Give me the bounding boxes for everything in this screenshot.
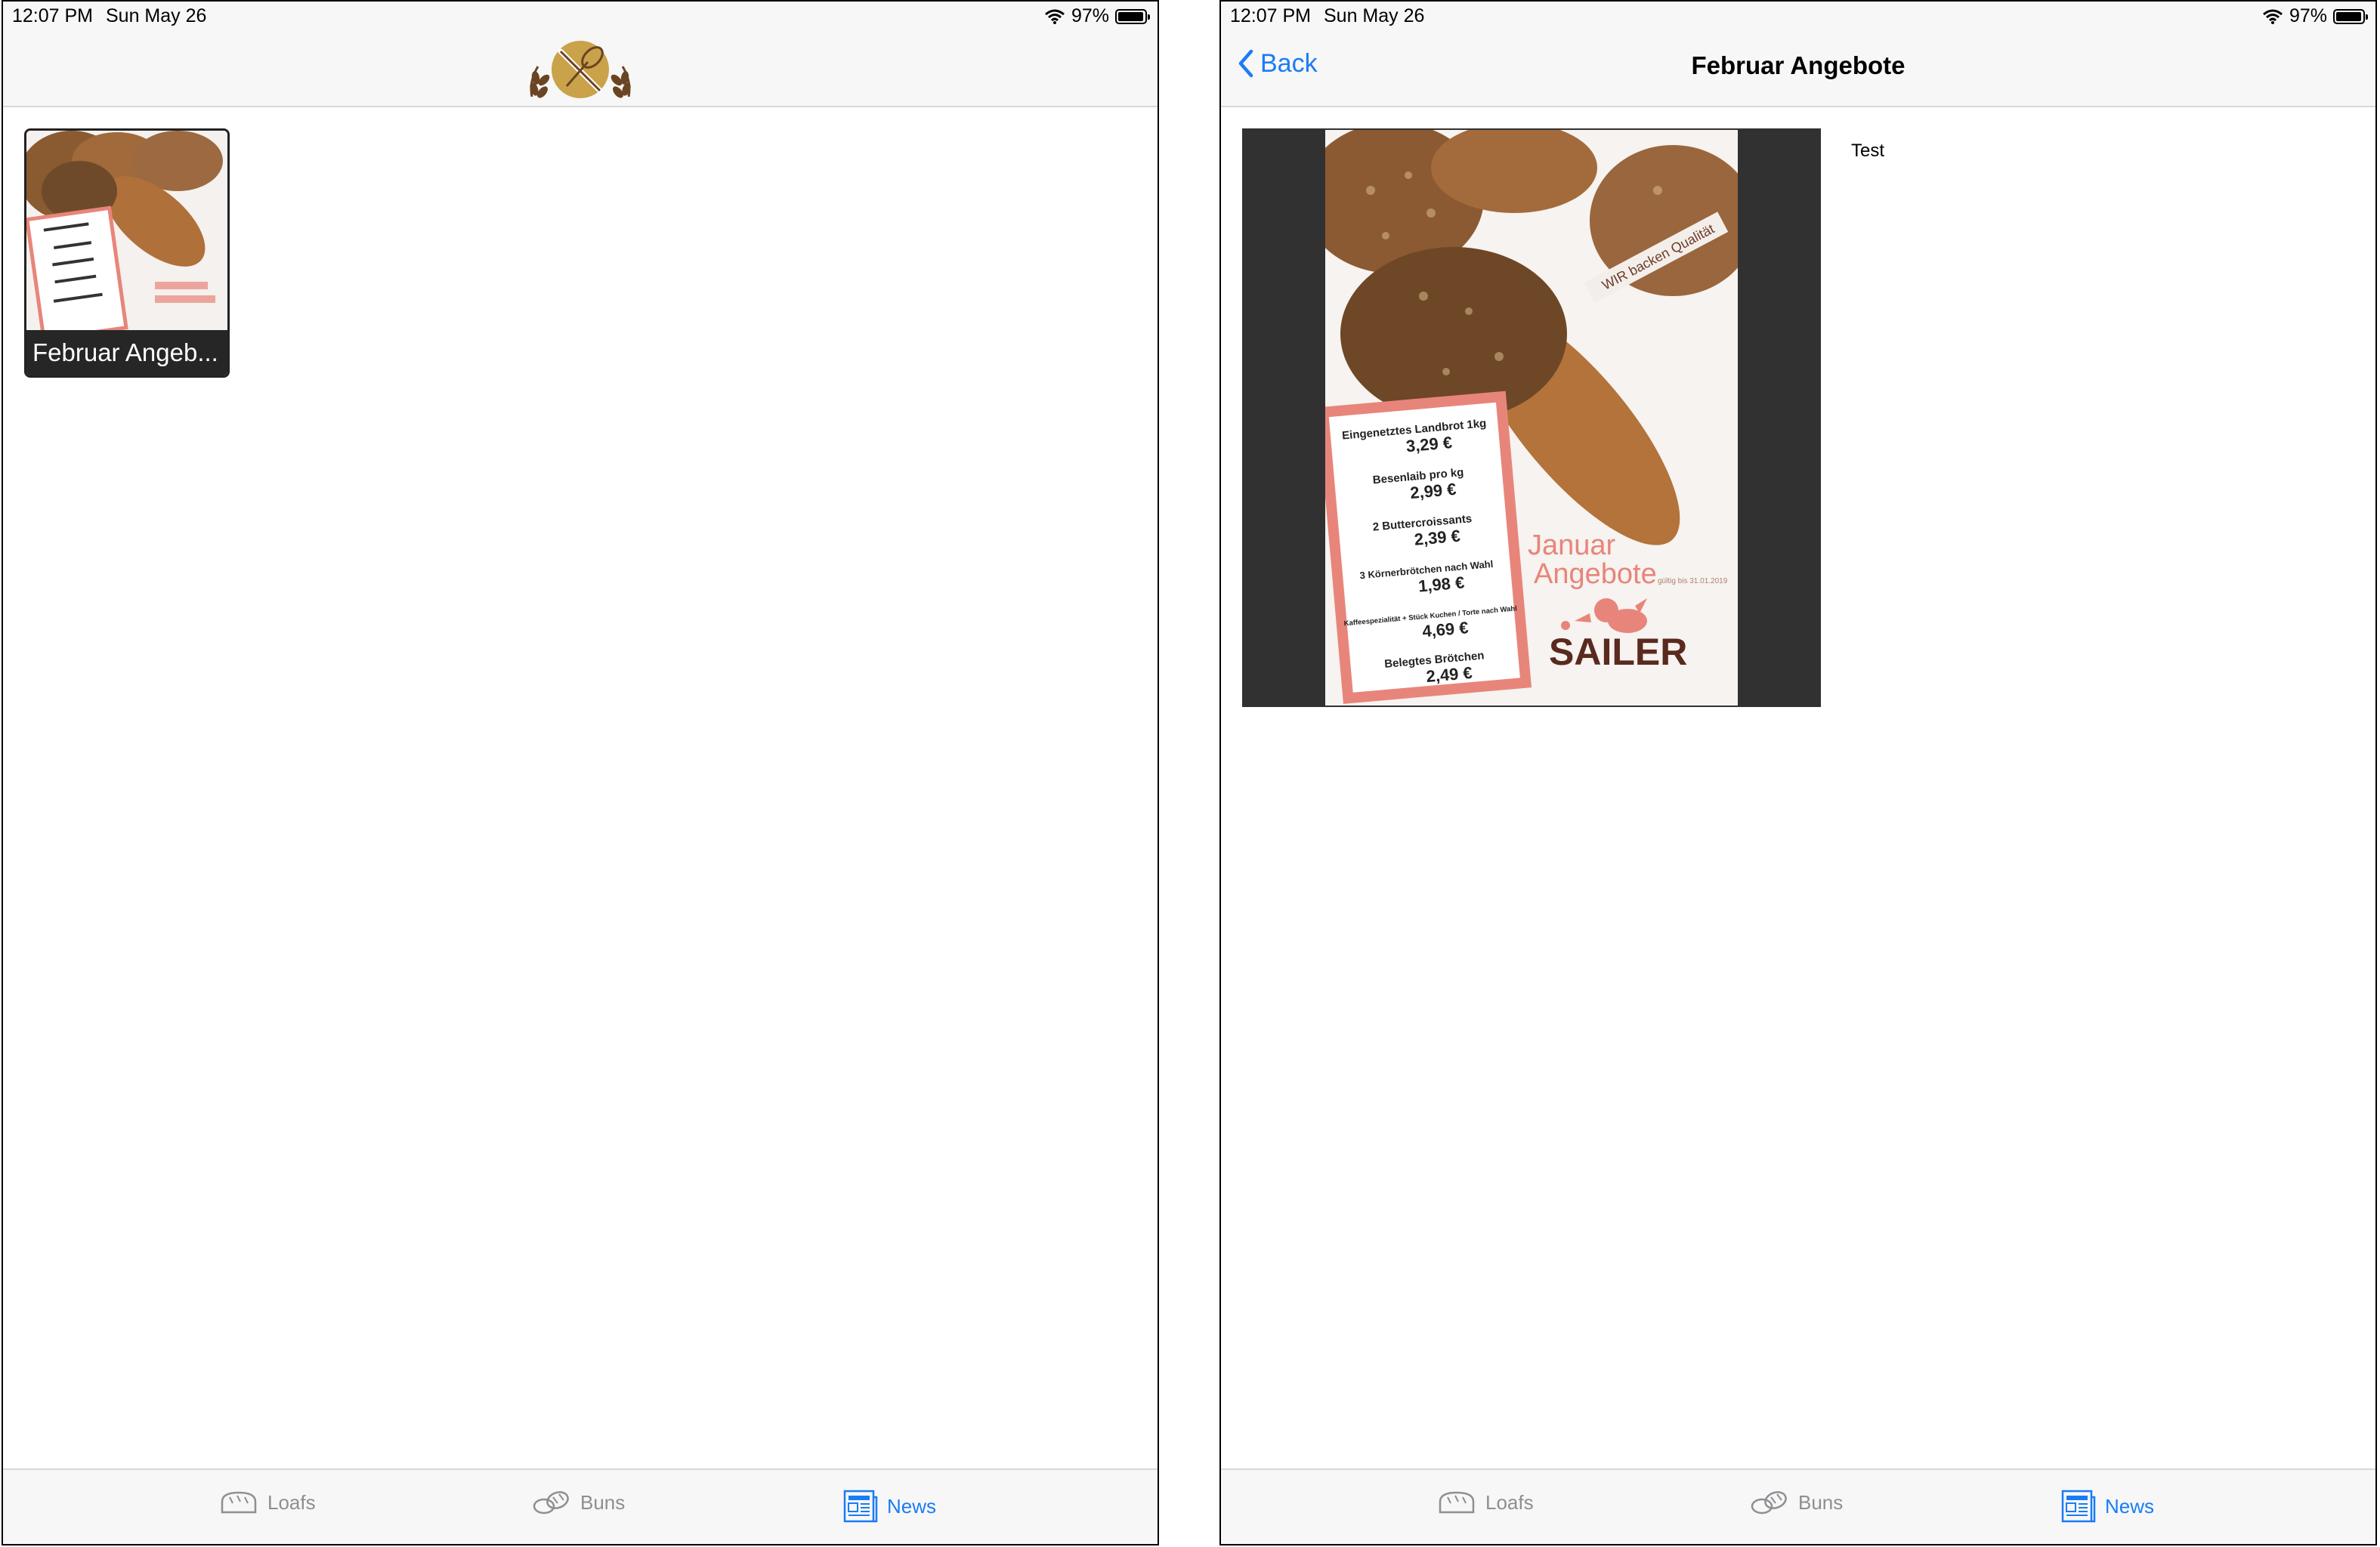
tab-loafs[interactable]: Loafs — [219, 1490, 316, 1515]
status-bar: 12:07 PM Sun May 26 97% — [3, 2, 1158, 30]
newspaper-icon — [2061, 1490, 2096, 1523]
battery-percent: 97% — [2289, 5, 2327, 26]
page-title: Februar Angebote — [1691, 51, 1906, 79]
battery-icon — [2333, 8, 2368, 24]
news-detail-screen: 12:07 PM Sun May 26 97% Back Februar Ang… — [1219, 0, 2377, 1545]
status-indicators: 97% — [2262, 5, 2368, 27]
status-date: Sun May 26 — [106, 5, 207, 26]
loaf-icon — [1439, 1491, 1475, 1514]
news-poster-image: WIR backen Qualität Eingenetztes Landbro… — [1325, 130, 1738, 706]
newspaper-icon — [843, 1490, 878, 1523]
buns-icon — [533, 1491, 569, 1515]
poster-headline-1: Januar — [1528, 530, 1616, 561]
buns-icon — [1751, 1491, 1787, 1515]
news-tile[interactable]: Februar Angeb... — [24, 128, 230, 378]
svg-text:1,98 €: 1,98 € — [1417, 573, 1465, 595]
status-indicators: 97% — [1044, 5, 1150, 27]
tab-news[interactable]: News — [843, 1490, 936, 1523]
svg-text:2,49 €: 2,49 € — [1426, 663, 1473, 686]
tab-news[interactable]: News — [2061, 1490, 2154, 1523]
news-tile-caption: Februar Angeb... — [26, 330, 227, 375]
poster-valid-text: gültig bis 31.01.2019 — [1658, 577, 1728, 585]
svg-text:2,99 €: 2,99 € — [1409, 480, 1457, 502]
poster-brand: SAILER — [1549, 631, 1687, 673]
news-image-frame: WIR backen Qualität Eingenetztes Landbro… — [1242, 128, 1821, 707]
news-list-screen: 12:07 PM Sun May 26 97% Februar Angeb...… — [2, 0, 1159, 1545]
battery-percent: 97% — [1071, 5, 1109, 26]
status-date: Sun May 26 — [1324, 5, 1425, 26]
status-time: 12:07 PM — [12, 5, 94, 26]
navigation-bar — [3, 30, 1158, 107]
bakery-logo-icon — [530, 41, 631, 98]
tab-bar: Loafs Buns News — [1221, 1468, 2375, 1544]
svg-text:4,69 €: 4,69 € — [1421, 618, 1469, 641]
status-bar: 12:07 PM Sun May 26 97% — [1221, 2, 2375, 30]
tab-buns[interactable]: Buns — [1750, 1490, 1843, 1515]
battery-icon — [1115, 8, 1150, 24]
status-time: 12:07 PM — [1230, 5, 1312, 26]
poster-headline-2: Angebote — [1534, 558, 1657, 590]
svg-text:3,29 €: 3,29 € — [1405, 433, 1453, 455]
news-thumbnail — [26, 131, 227, 335]
poster-offer-card: Eingenetztes Landbrot 1kg 3,29 € Besenla… — [1325, 391, 1532, 704]
news-description: Test — [1851, 140, 1885, 161]
tab-loafs[interactable]: Loafs — [1437, 1490, 1534, 1515]
tab-buns[interactable]: Buns — [532, 1490, 625, 1515]
loaf-icon — [221, 1491, 257, 1514]
svg-text:2,39 €: 2,39 € — [1414, 526, 1461, 549]
wifi-icon — [1044, 9, 1065, 24]
navigation-bar: Back Februar Angebote — [1221, 30, 2375, 107]
tab-bar: Loafs Buns News — [3, 1468, 1158, 1544]
wifi-icon — [2262, 9, 2283, 24]
